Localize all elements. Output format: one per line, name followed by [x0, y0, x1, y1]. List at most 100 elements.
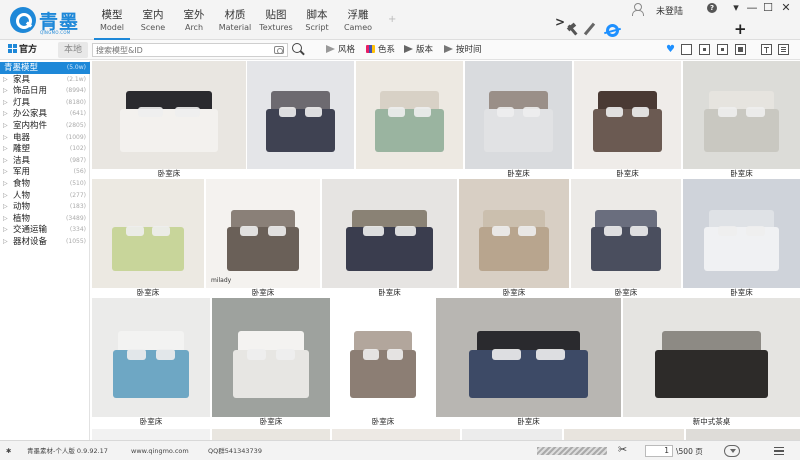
maximize-button[interactable]: ☐: [760, 1, 776, 15]
expand-icon[interactable]: ▷: [3, 143, 8, 155]
model-tile[interactable]: 卧室床: [322, 179, 457, 298]
website-link[interactable]: www.qingmo.com: [131, 446, 189, 456]
sidebar-item[interactable]: ▷ 军用 (56): [0, 166, 90, 178]
help-icon[interactable]: ?: [707, 3, 717, 13]
model-tile[interactable]: 卧室床: [571, 179, 681, 298]
view-small-icon[interactable]: [699, 44, 710, 55]
sidebar-item[interactable]: ▷ 食物 (510): [0, 178, 90, 190]
model-tile[interactable]: 卧室床: [92, 179, 204, 298]
model-tile-peek[interactable]: [212, 429, 330, 440]
text-view-icon[interactable]: [761, 44, 772, 55]
expand-icon[interactable]: ▷: [3, 85, 8, 97]
view-medium-icon[interactable]: [717, 44, 728, 55]
sidebar-item[interactable]: ▷ 交通运输 (334): [0, 224, 90, 236]
view-empty-icon[interactable]: [681, 44, 692, 55]
model-tile[interactable]: 卧室床: [465, 61, 572, 179]
bed-shape: [266, 108, 335, 152]
sidebar-item[interactable]: ▷ 器材设备 (1055): [0, 236, 90, 248]
window-menu-button[interactable]: ▾: [728, 1, 744, 15]
close-button[interactable]: ✕: [778, 1, 794, 15]
bed-shape: [226, 226, 300, 271]
online-library-tab[interactable]: 官方: [8, 42, 37, 58]
user-name[interactable]: 未登陆: [656, 4, 683, 17]
browser-icon[interactable]: [606, 24, 619, 37]
tab-cameo[interactable]: 浮雕 Cameo: [340, 0, 376, 40]
model-tile[interactable]: 新中式茶桌: [623, 298, 800, 427]
filter-style[interactable]: 风格: [326, 44, 355, 56]
filter-color[interactable]: 色系: [366, 44, 395, 56]
model-tile-peek[interactable]: [564, 429, 684, 440]
model-tile[interactable]: milady 卧室床: [206, 179, 320, 298]
tab-model[interactable]: 模型 Model: [94, 0, 130, 40]
hammer-icon[interactable]: [566, 24, 580, 36]
expand-icon[interactable]: ▷: [3, 97, 8, 109]
model-tile-peek[interactable]: [332, 429, 460, 440]
model-tile[interactable]: 卧室床: [436, 298, 621, 427]
expand-icon[interactable]: ▷: [3, 213, 8, 225]
model-tile[interactable]: 卧室床: [683, 179, 800, 298]
expand-icon[interactable]: ▷: [3, 224, 8, 236]
heart-icon[interactable]: ♥: [666, 45, 675, 55]
expand-icon[interactable]: ▷: [3, 201, 8, 213]
view-large-icon[interactable]: [735, 44, 746, 55]
filter-time[interactable]: 按时间: [444, 44, 482, 56]
model-tile[interactable]: 卧室床: [92, 298, 210, 427]
sidebar-item-count: (183): [69, 203, 86, 211]
expand-icon[interactable]: ▷: [3, 166, 8, 178]
expand-icon[interactable]: ▷: [3, 120, 8, 132]
model-tile[interactable]: 卧室床: [459, 179, 569, 298]
pillow-shape: [138, 107, 163, 118]
search-icon[interactable]: [292, 43, 302, 53]
plus-icon[interactable]: +: [734, 20, 747, 38]
expand-icon[interactable]: ▷: [3, 190, 8, 202]
expand-icon[interactable]: ▷: [3, 74, 8, 86]
expand-icon[interactable]: ▷: [3, 236, 8, 248]
expand-icon[interactable]: ▷: [3, 178, 8, 190]
model-tile-peek[interactable]: [686, 429, 800, 440]
expand-icon[interactable]: ▷: [3, 155, 8, 167]
sidebar-item[interactable]: ▷ 饰品日用 (8994): [0, 85, 90, 97]
sidebar-item[interactable]: ▷ 办公家具 (641): [0, 108, 90, 120]
scissor-icon[interactable]: ✂: [618, 444, 627, 456]
local-library-tab[interactable]: 本地: [58, 42, 88, 58]
sidebar-item[interactable]: ▷ 人物 (277): [0, 190, 90, 202]
filter-version[interactable]: 版本: [404, 44, 433, 56]
model-tile[interactable]: 卧室床: [332, 298, 434, 427]
expand-icon[interactable]: ▷: [3, 108, 8, 120]
sidebar-item[interactable]: ▷ 家具 (2.1w): [0, 74, 90, 86]
minimize-button[interactable]: —: [744, 1, 760, 15]
model-tile[interactable]: [356, 61, 463, 179]
tab-scene[interactable]: 室内 Scene: [135, 0, 171, 40]
sidebar-item[interactable]: ▷ 灯具 (8180): [0, 97, 90, 109]
sidebar-item[interactable]: ▷ 植物 (3489): [0, 213, 90, 225]
search-input[interactable]: [93, 44, 268, 56]
model-tile[interactable]: 卧室床: [574, 61, 681, 179]
menu-icon[interactable]: [774, 447, 784, 455]
sidebar-item[interactable]: 青墨模型 (5.0w): [0, 62, 90, 74]
tab-textures[interactable]: 贴图 Textures: [258, 0, 294, 40]
tab-material[interactable]: 材质 Material: [217, 0, 253, 40]
expand-icon[interactable]: ▷: [3, 132, 8, 144]
sidebar-item[interactable]: ▷ 室内构件 (2805): [0, 120, 90, 132]
pencil-icon[interactable]: [583, 22, 596, 36]
sidebar-item[interactable]: ▷ 动物 (183): [0, 201, 90, 213]
sidebar-item[interactable]: ▷ 电器 (1009): [0, 132, 90, 144]
model-tile-peek[interactable]: [92, 429, 210, 440]
list-view-icon[interactable]: [778, 44, 789, 55]
model-tile[interactable]: 卧室床: [92, 61, 246, 179]
download-icon[interactable]: [724, 445, 740, 457]
arrow-icon[interactable]: >: [555, 15, 565, 35]
user-icon[interactable]: [630, 2, 644, 16]
model-tile[interactable]: 卧室床: [212, 298, 330, 427]
model-tile[interactable]: [247, 61, 354, 179]
model-tile-peek[interactable]: [462, 429, 562, 440]
sidebar-item[interactable]: ▷ 洁具 (987): [0, 155, 90, 167]
sidebar-item[interactable]: ▷ 雕塑 (102): [0, 143, 90, 155]
model-tile[interactable]: 卧室床: [683, 61, 800, 179]
tab-script[interactable]: 脚本 Script: [299, 0, 335, 40]
settings-icon[interactable]: ✱: [6, 446, 11, 456]
page-number-input[interactable]: 1: [645, 445, 673, 457]
add-category-button[interactable]: +: [388, 14, 396, 25]
camera-icon[interactable]: [274, 46, 284, 54]
tab-arch[interactable]: 室外 Arch: [176, 0, 212, 40]
